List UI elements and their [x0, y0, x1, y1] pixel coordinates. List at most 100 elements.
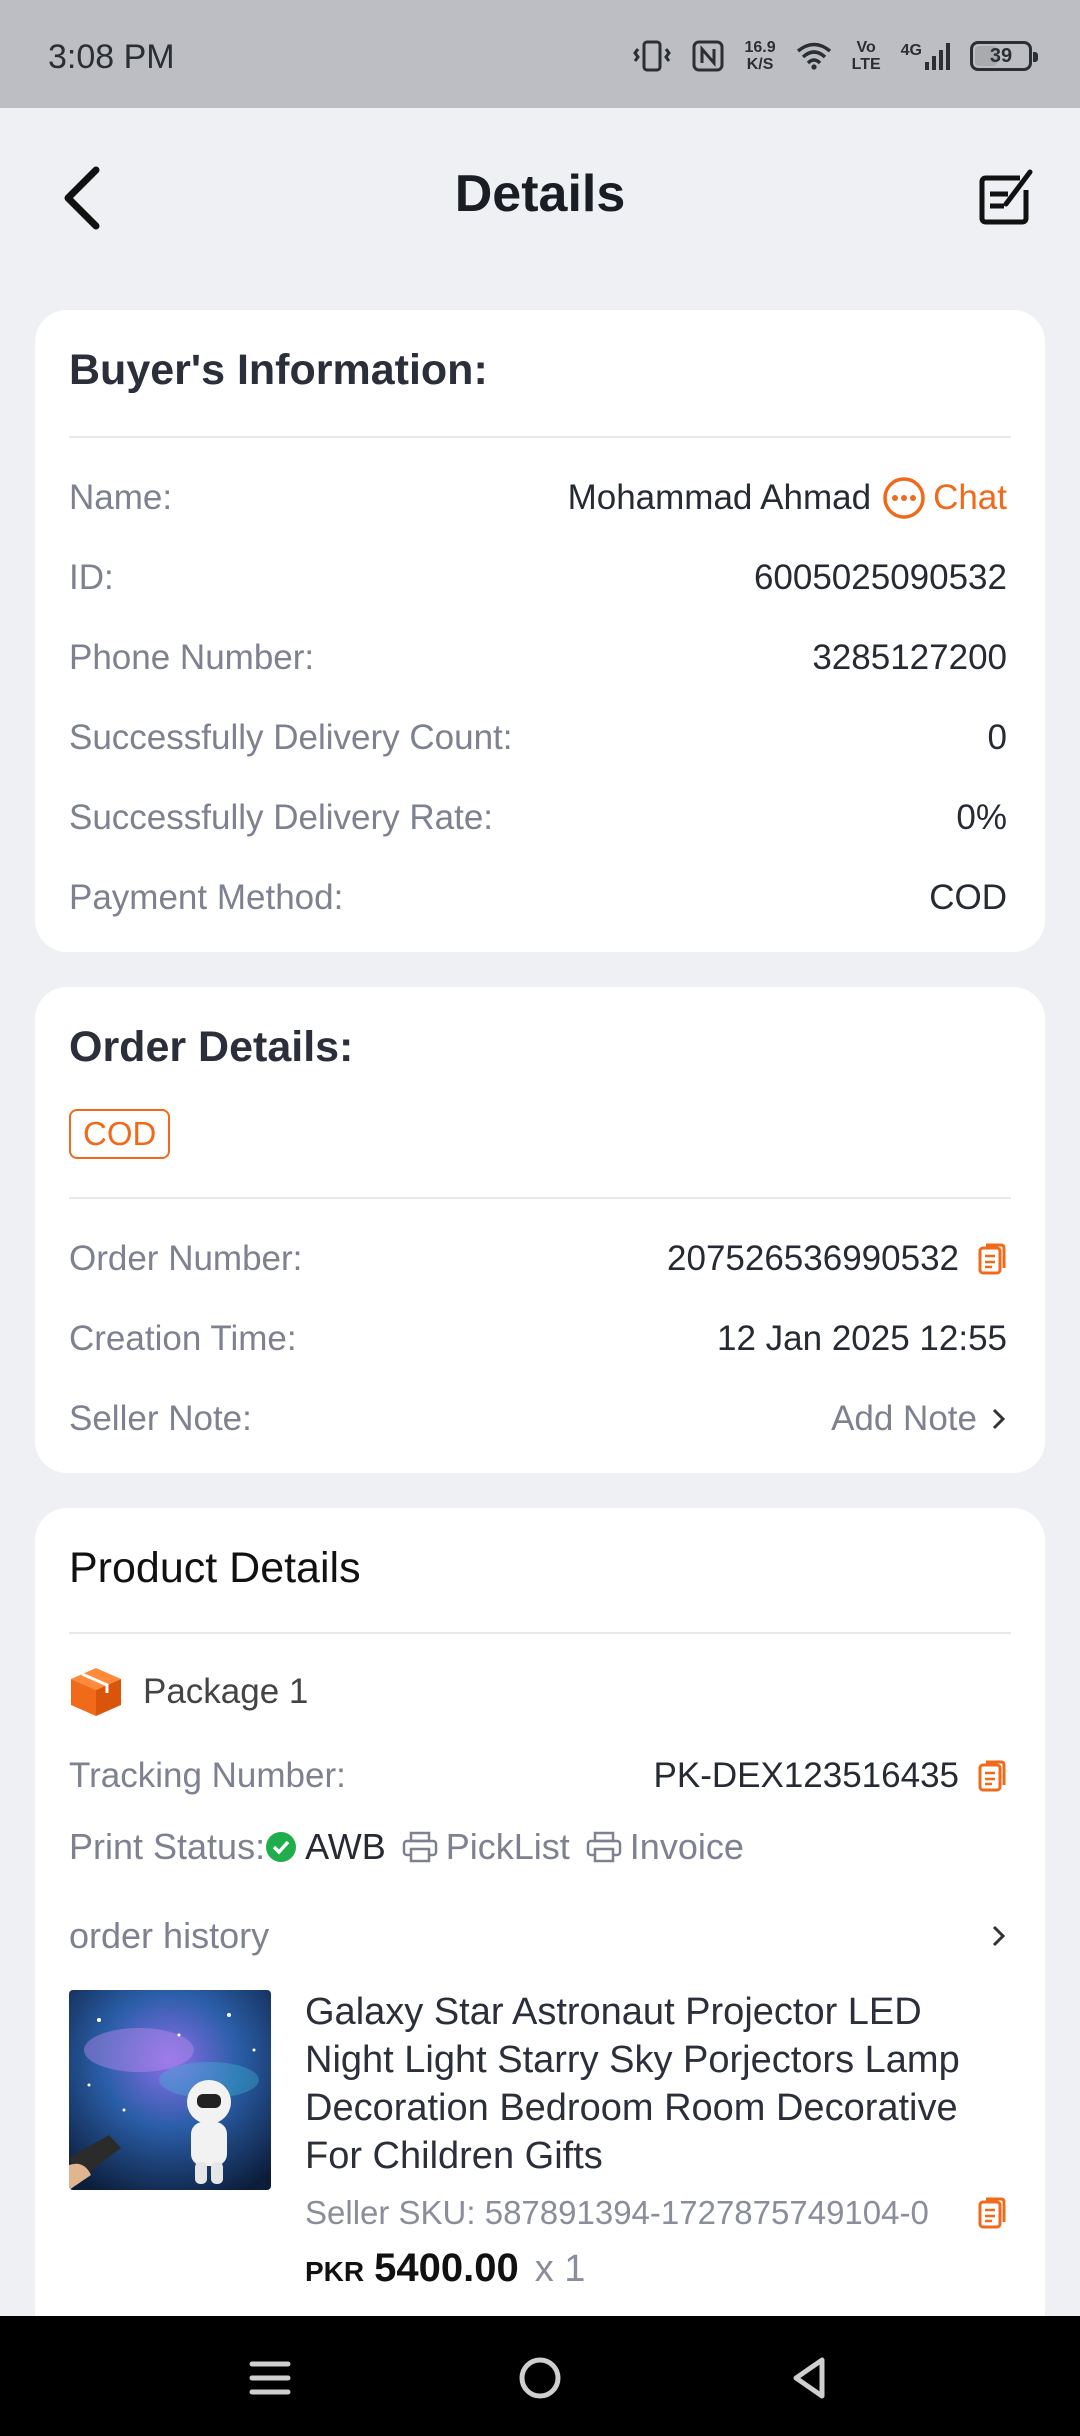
battery-level: 39: [989, 44, 1013, 67]
order-history-label: order history: [69, 1915, 270, 1956]
order-number-row: Order Number: 207526536990532: [69, 1229, 1007, 1289]
order-number-value-group: 207526536990532: [667, 1239, 1007, 1279]
product-name[interactable]: Galaxy Star Astronaut Projector LED Nigh…: [305, 1988, 1005, 2180]
triangle-back-icon: [793, 2357, 825, 2399]
buyer-name-value: Mohammad Ahmad: [567, 478, 872, 517]
price-currency: PKR: [305, 2256, 365, 2287]
status-bar: 3:08 PM 16.9 K/S Vo LTE 4G 39: [0, 0, 1080, 108]
divider: [69, 436, 1011, 438]
print-invoice-label: Invoice: [629, 1826, 744, 1867]
buyer-name-label: Name:: [69, 478, 173, 517]
divider: [69, 1197, 1011, 1199]
delivery-rate-row: Successfully Delivery Rate: 0%: [69, 788, 1007, 848]
chevron-right-icon: [992, 1408, 1006, 1430]
tracking-value: PK-DEX123516435: [653, 1756, 960, 1795]
payment-method-label: Payment Method:: [69, 878, 344, 917]
home-button[interactable]: [510, 2350, 570, 2406]
sku-row: Seller SKU: 587891394-1727875749104-0: [305, 2194, 1007, 2232]
chat-icon: [883, 477, 925, 519]
tracking-value-group: PK-DEX123516435: [654, 1756, 1008, 1796]
payment-badge: COD: [69, 1109, 171, 1159]
net-speed-value: 16.9: [744, 39, 776, 56]
phone-value: 3285127200: [812, 638, 1007, 677]
phone-label: Phone Number:: [69, 638, 315, 677]
payment-method-row: Payment Method: COD: [69, 868, 1007, 928]
seller-note-row[interactable]: Seller Note: Add Note: [69, 1389, 1007, 1449]
delivery-count-value: 0: [987, 718, 1007, 757]
vibrate-icon: [633, 40, 672, 72]
buyer-info-title: Buyer's Information:: [69, 346, 488, 394]
copy-icon[interactable]: [977, 1242, 1007, 1276]
edit-note-button[interactable]: [976, 164, 1036, 228]
add-note-label: Add Note: [831, 1399, 977, 1438]
package-row: Package 1: [69, 1666, 308, 1718]
buyer-id-label: ID:: [69, 558, 114, 597]
tracking-label: Tracking Number:: [69, 1756, 346, 1795]
delivery-count-row: Successfully Delivery Count: 0: [69, 708, 1007, 768]
chevron-right-icon: [992, 1925, 1006, 1947]
product-image[interactable]: [69, 1990, 271, 2190]
net-speed: 16.9 K/S: [744, 39, 775, 73]
home-circle-icon: [519, 2357, 561, 2399]
printer-icon: [586, 1831, 622, 1863]
copy-icon[interactable]: [977, 1759, 1007, 1793]
product-thumbnail-icon: [69, 1990, 271, 2190]
order-details-title: Order Details:: [69, 1023, 354, 1071]
delivery-count-label: Successfully Delivery Count:: [69, 718, 513, 757]
print-picklist[interactable]: PickList: [402, 1826, 570, 1868]
product-details-card: Product Details Package 1 Tracking Numbe…: [35, 1508, 1045, 2368]
battery-icon: 39: [970, 41, 1038, 71]
quantity: x 1: [534, 2248, 586, 2290]
menu-button[interactable]: [240, 2350, 300, 2406]
wifi-icon: [796, 42, 831, 70]
print-invoice[interactable]: Invoice: [586, 1826, 744, 1868]
order-history-link[interactable]: order history: [69, 1906, 1007, 1966]
phone-row: Phone Number: 3285127200: [69, 628, 1007, 688]
back-nav-button[interactable]: [780, 2350, 840, 2406]
delivery-rate-label: Successfully Delivery Rate:: [69, 798, 494, 837]
buyer-id-value: 6005025090532: [753, 558, 1007, 597]
print-picklist-label: PickList: [445, 1826, 570, 1867]
print-awb-label: AWB: [305, 1826, 386, 1867]
nfc-icon: [692, 40, 724, 72]
order-number-label: Order Number:: [69, 1239, 303, 1278]
price-value: 5400.00: [374, 2246, 519, 2290]
divider: [69, 1632, 1011, 1634]
net-speed-unit: K/S: [746, 56, 774, 73]
payment-method-value: COD: [929, 878, 1007, 917]
volte-bottom: LTE: [851, 56, 881, 73]
add-note-button[interactable]: Add Note: [831, 1399, 1007, 1439]
system-nav-bar: [0, 2316, 1080, 2436]
printer-icon: [402, 1831, 438, 1863]
status-icons: 16.9 K/S Vo LTE 4G 39: [632, 32, 1038, 80]
product-details-title: Product Details: [69, 1544, 361, 1592]
seller-sku: Seller SKU: 587891394-1727875749104-0: [305, 2194, 929, 2231]
status-time: 3:08 PM: [48, 38, 175, 76]
check-circle-icon: [266, 1832, 297, 1862]
volte-top: Vo: [856, 39, 876, 56]
order-number-value: 207526536990532: [667, 1239, 959, 1278]
volte-indicator: Vo LTE: [852, 39, 881, 73]
signal-icon: [925, 43, 950, 70]
signal-indicator: 4G: [901, 42, 950, 70]
chat-label: Chat: [933, 478, 1007, 517]
chat-button[interactable]: Chat: [881, 475, 1007, 521]
page-title: Details: [454, 165, 626, 223]
menu-icon: [249, 2361, 291, 2395]
edit-note-icon: [979, 169, 1033, 225]
creation-time-row: Creation Time: 12 Jan 2025 12:55: [69, 1309, 1007, 1369]
tracking-row: Tracking Number: PK-DEX123516435: [69, 1746, 1007, 1806]
copy-icon[interactable]: [977, 2196, 1007, 2230]
buyer-info-card: Buyer's Information: Name: Mohammad Ahma…: [35, 310, 1045, 952]
order-details-card: Order Details: COD Order Number: 2075265…: [35, 987, 1045, 1473]
buyer-name-row: Name: Mohammad Ahmad Chat: [69, 468, 1007, 528]
network-type: 4G: [900, 42, 922, 59]
package-icon: [71, 1668, 121, 1716]
buyer-id-row: ID: 6005025090532: [69, 548, 1007, 608]
delivery-rate-value: 0%: [956, 798, 1007, 837]
creation-time-label: Creation Time:: [69, 1319, 297, 1358]
print-awb[interactable]: AWB: [265, 1826, 386, 1868]
creation-time-value: 12 Jan 2025 12:55: [717, 1319, 1007, 1358]
print-status-row: Print Status: AWB PickList Invoice: [69, 1826, 760, 1868]
package-label: Package 1: [143, 1672, 309, 1711]
